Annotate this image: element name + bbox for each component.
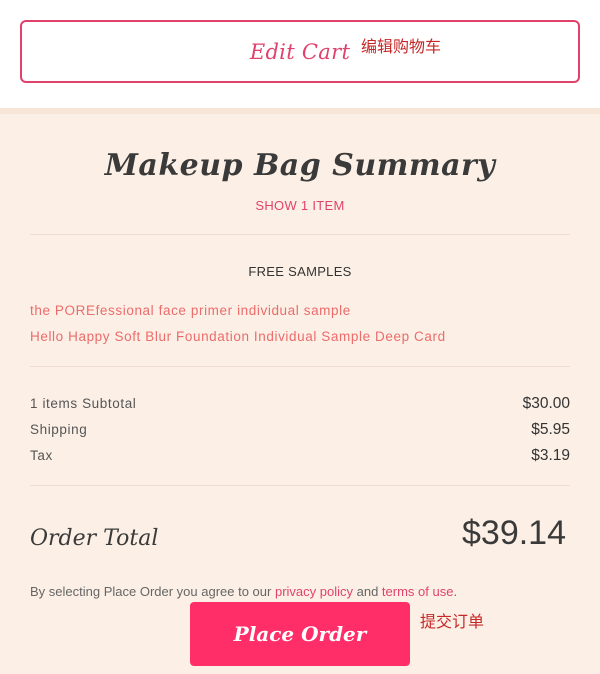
terms-suffix: . <box>453 584 458 599</box>
summary-title: Makeup Bag Summary <box>104 148 496 183</box>
tax-label: Tax <box>30 448 53 463</box>
order-total-label: Order Total <box>30 526 159 551</box>
subtotal-value: $30.00 <box>522 395 570 412</box>
order-total-value: $39.14 <box>462 514 566 552</box>
divider <box>30 366 570 367</box>
sample-item[interactable]: Hello Happy Soft Blur Foundation Individ… <box>30 329 446 344</box>
divider <box>30 485 570 486</box>
divider <box>30 234 570 235</box>
makeup-bag-summary: Makeup Bag Summary SHOW 1 ITEM FREE SAMP… <box>0 108 600 674</box>
place-order-button[interactable]: Place Order <box>190 602 410 666</box>
free-samples-heading: FREE SAMPLES <box>248 264 352 279</box>
sample-item[interactable]: the POREfessional face primer individual… <box>30 303 351 318</box>
terms-of-use-link[interactable]: terms of use <box>382 584 454 599</box>
shipping-row: Shipping $5.95 <box>30 421 570 439</box>
cart-header: Edit Cart 编辑购物车 <box>0 0 600 108</box>
privacy-policy-link[interactable]: privacy policy <box>275 584 353 599</box>
place-order-annotation: 提交订单 <box>420 612 485 631</box>
shipping-value: $5.95 <box>531 421 570 438</box>
subtotal-label: 1 items Subtotal <box>30 396 137 411</box>
terms-and: and <box>353 584 382 599</box>
shipping-label: Shipping <box>30 422 88 437</box>
edit-cart-annotation: 编辑购物车 <box>361 37 442 56</box>
tax-value: $3.19 <box>531 447 570 464</box>
show-items-link[interactable]: SHOW 1 ITEM <box>0 198 600 213</box>
terms-notice: By selecting Place Order you agree to ou… <box>30 584 457 599</box>
subtotal-row: 1 items Subtotal $30.00 <box>30 395 570 413</box>
terms-prefix: By selecting Place Order you agree to ou… <box>30 584 275 599</box>
tax-row: Tax $3.19 <box>30 447 570 465</box>
edit-cart-button[interactable]: Edit Cart <box>20 20 580 83</box>
